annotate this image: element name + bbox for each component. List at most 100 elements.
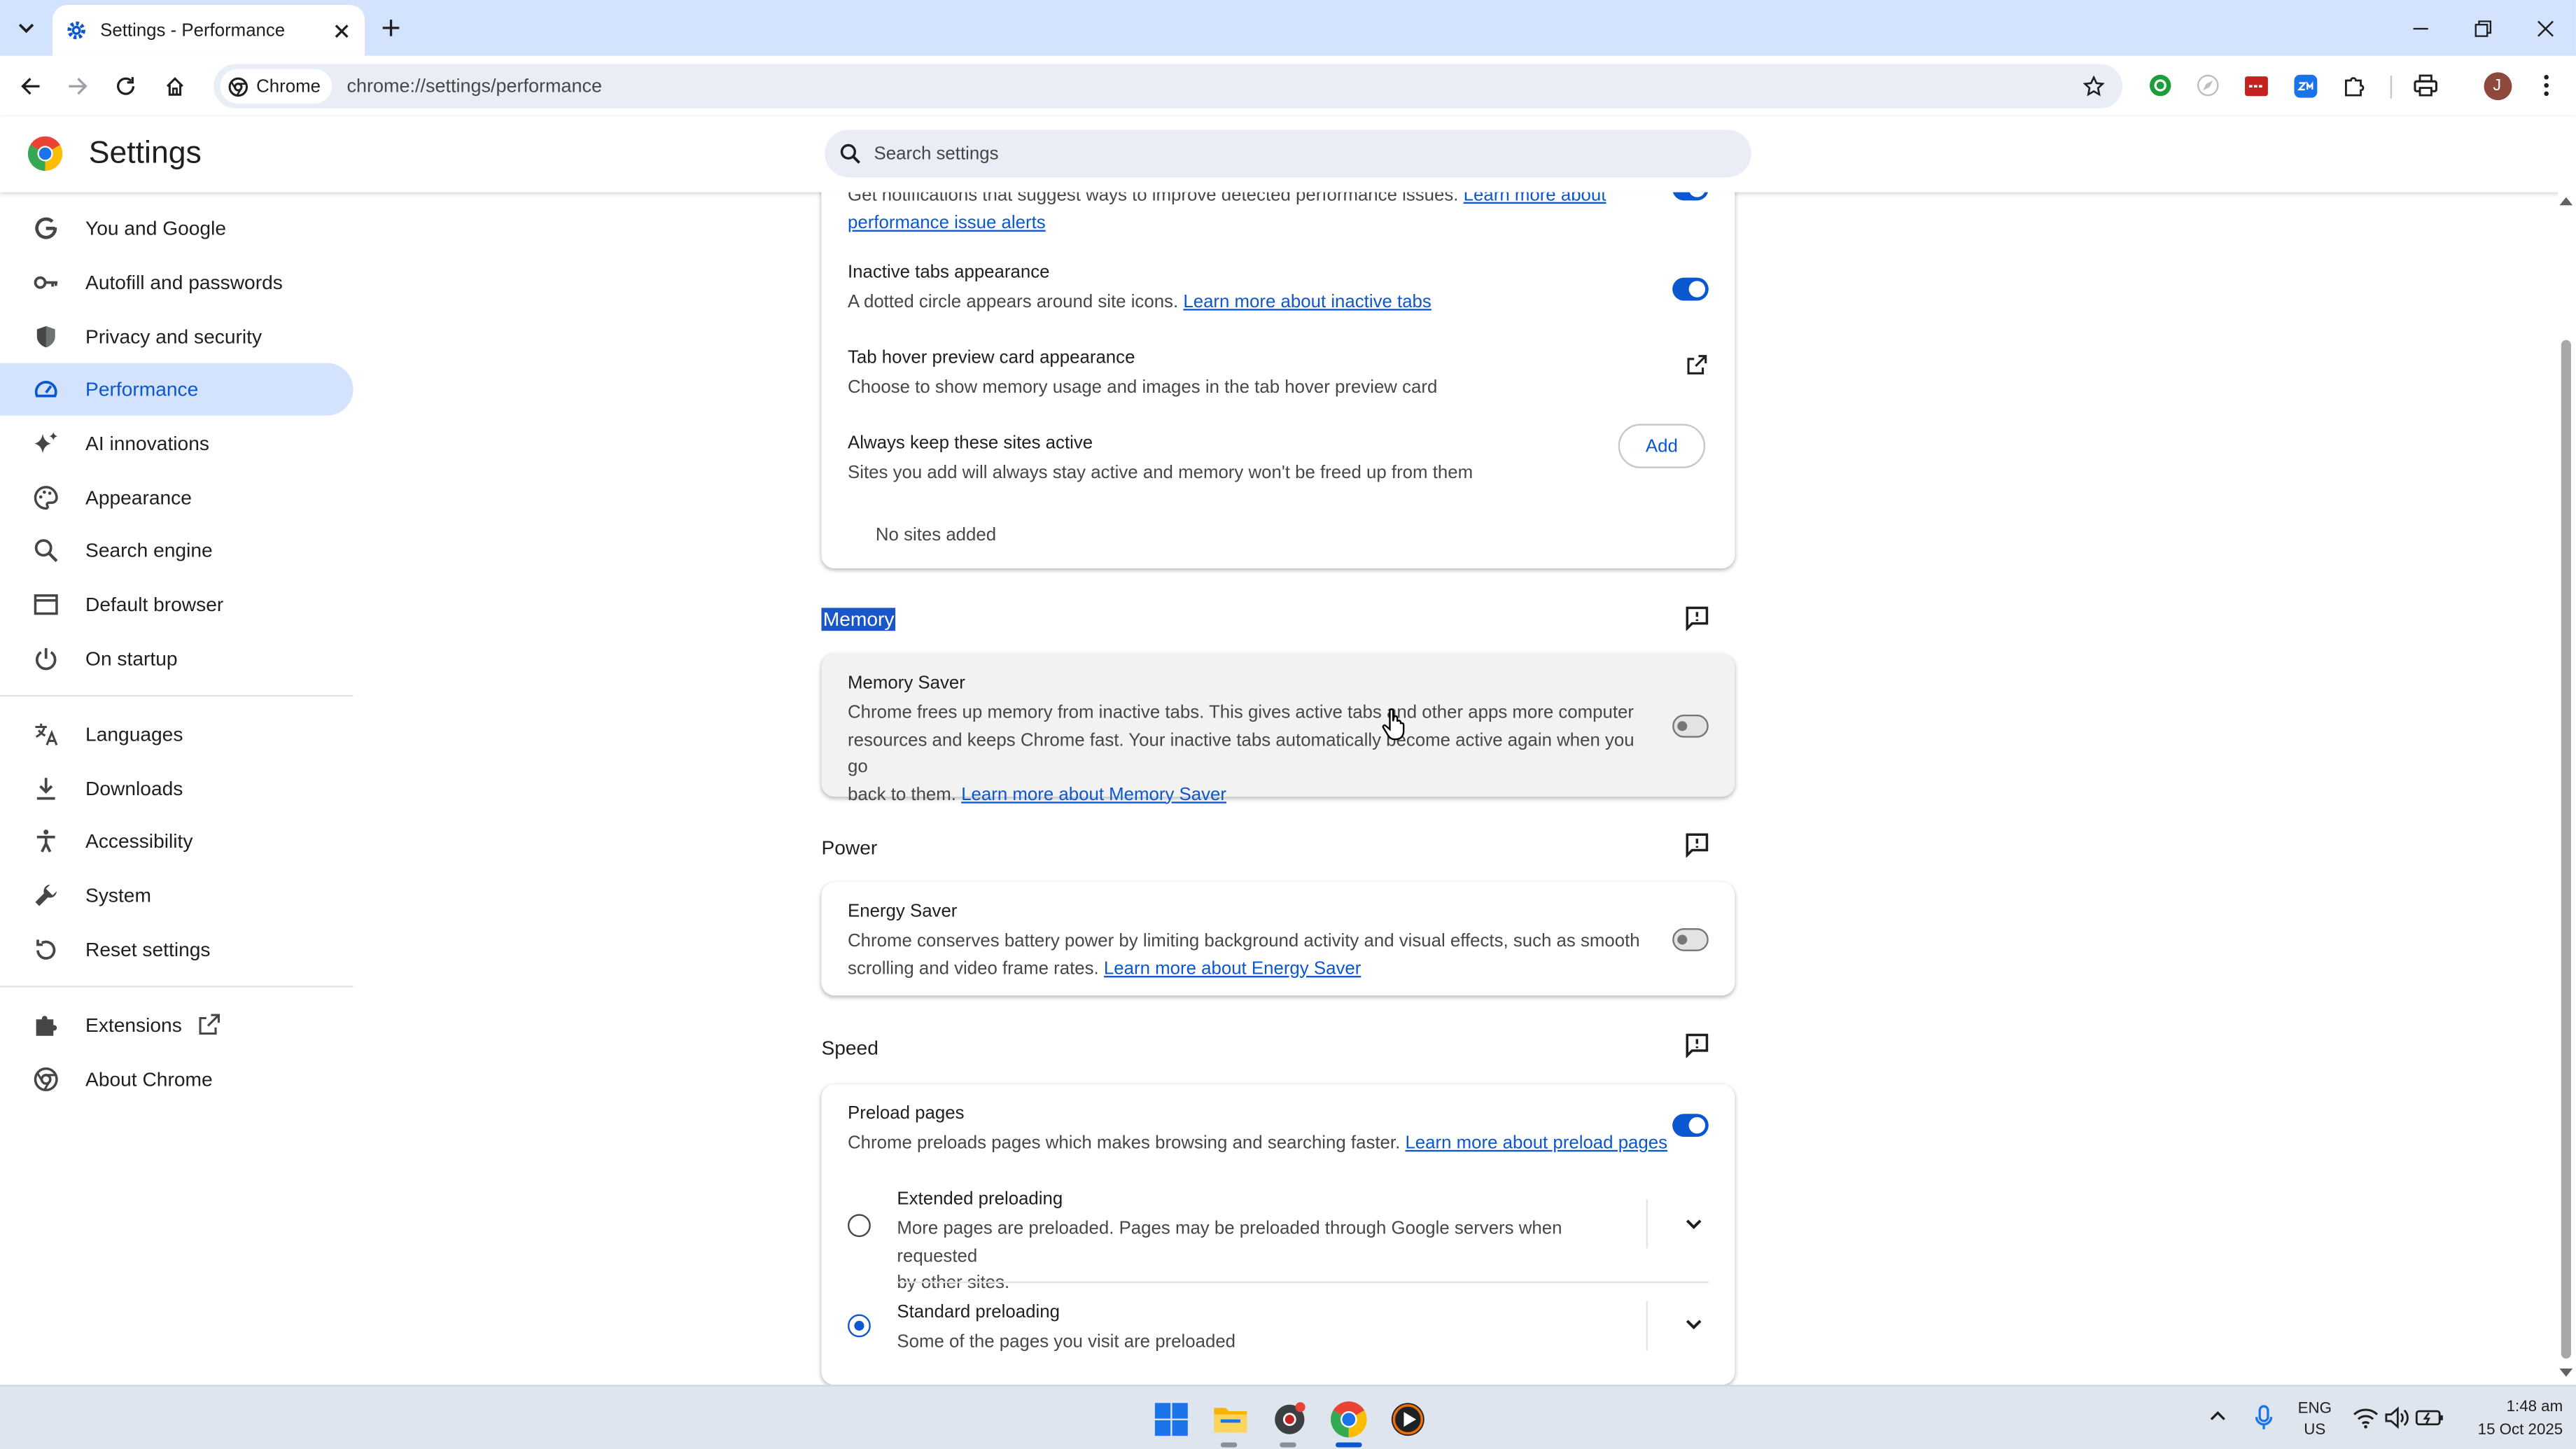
extensions-menu-button[interactable] <box>2338 69 2371 102</box>
back-arrow-icon <box>19 75 41 97</box>
scroll-down-arrow-icon[interactable] <box>2559 1368 2573 1378</box>
extension-compass-button[interactable] <box>2192 69 2225 102</box>
inactive-tabs-learn-more-link[interactable]: Learn more about inactive tabs <box>1183 293 1431 312</box>
microphone-icon[interactable] <box>2254 1405 2277 1432</box>
chevron-down-icon[interactable] <box>1684 1214 1704 1233</box>
volume-icon[interactable] <box>2384 1406 2410 1429</box>
site-info-chip[interactable]: Chrome <box>220 69 332 104</box>
media-player-icon[interactable] <box>1388 1400 1427 1439</box>
standard-preloading-description: Some of the pages you visit are preloade… <box>897 1332 1236 1352</box>
preload-pages-toggle[interactable] <box>1672 1114 1709 1138</box>
address-bar[interactable]: Chrome chrome://settings/performance <box>214 64 2123 108</box>
always-active-sites-description: Sites you add will always stay active an… <box>848 463 1474 483</box>
close-tab-icon[interactable] <box>333 22 349 38</box>
show-hidden-icons-chevron-icon[interactable] <box>2208 1406 2231 1429</box>
settings-header: Settings <box>0 116 2576 192</box>
settings-content: Get notifications that suggest ways to i… <box>0 192 2559 1385</box>
chrome-alt-app-icon[interactable] <box>1270 1400 1309 1439</box>
chevron-down-icon <box>16 18 36 38</box>
url-text: chrome://settings/performance <box>346 76 603 97</box>
bookmark-star-button[interactable] <box>2076 69 2109 102</box>
mouse-pointer-icon <box>1382 708 1405 741</box>
memory-desc-line-1: Chrome frees up memory from inactive tab… <box>848 703 1634 723</box>
extended-preloading-radio[interactable] <box>848 1214 871 1238</box>
site-chip-label: Chrome <box>256 76 321 97</box>
inactive-tabs-toggle[interactable] <box>1672 277 1709 301</box>
scrollbar-thumb[interactable] <box>2561 340 2571 1359</box>
running-indicator <box>1220 1442 1238 1448</box>
green-circle-extension-icon <box>2149 74 2172 97</box>
profile-button[interactable]: J <box>2481 69 2514 102</box>
clock-date[interactable]: 15 Oct 2025 <box>2454 1421 2563 1439</box>
vertical-scrollbar[interactable] <box>2558 192 2576 1385</box>
chevron-down-icon[interactable] <box>1684 1315 1704 1334</box>
toolbar: Chrome chrome://settings/performance J <box>0 55 2576 117</box>
alerts-description: Get notifications that suggest ways to i… <box>848 192 1620 237</box>
standard-preloading-title: Standard preloading <box>897 1303 1060 1323</box>
three-dots-vertical-icon <box>2543 74 2549 97</box>
tab-settings-performance[interactable]: Settings - Performance <box>52 5 365 56</box>
back-button[interactable] <box>13 69 46 102</box>
minimize-button[interactable] <box>2402 13 2438 43</box>
reload-button[interactable] <box>108 69 141 102</box>
standard-preloading-radio[interactable] <box>848 1314 871 1338</box>
preload-pages-card: Preload pages Chrome preloads pages whic… <box>821 1084 1735 1385</box>
browser-window: Settings - Performance Chrome chrome://s… <box>0 0 2576 1449</box>
external-link-icon[interactable] <box>1686 354 1709 377</box>
hover-preview-description: Choose to show memory usage and images i… <box>848 377 1438 398</box>
general-settings-card: Get notifications that suggest ways to i… <box>821 192 1735 569</box>
tab-search-button[interactable] <box>10 13 43 43</box>
inactive-tabs-description-text: A dotted circle appears around site icon… <box>848 292 1179 312</box>
memory-saver-title: Memory Saver <box>848 673 965 694</box>
avatar-initial: J <box>2493 76 2502 94</box>
feedback-icon[interactable] <box>1684 1032 1711 1058</box>
preload-pages-description-text: Chrome preloads pages which makes browsi… <box>848 1133 1401 1154</box>
wifi-icon[interactable] <box>2353 1406 2379 1429</box>
energy-saver-learn-more-link[interactable]: Learn more about Energy Saver <box>1104 958 1361 978</box>
forward-button[interactable] <box>61 69 94 102</box>
close-window-button[interactable] <box>2527 13 2563 43</box>
chrome-menu-button[interactable] <box>2530 69 2563 102</box>
new-tab-button[interactable] <box>374 13 407 43</box>
reload-icon <box>114 75 136 97</box>
memory-saver-description: Chrome frees up memory from inactive tab… <box>848 700 1653 808</box>
memory-saver-toggle[interactable] <box>1672 714 1709 738</box>
extension-blue-button[interactable] <box>2288 69 2321 102</box>
restore-button[interactable] <box>2464 13 2500 43</box>
battery-charging-icon[interactable] <box>2415 1406 2444 1429</box>
chrome-taskbar-icon[interactable] <box>1329 1400 1368 1439</box>
minimize-icon <box>2411 19 2429 37</box>
alerts-description-text: Get notifications that suggest ways to i… <box>848 192 1459 206</box>
clock-time[interactable]: 1:48 am <box>2454 1398 2563 1416</box>
always-active-sites-title: Always keep these sites active <box>848 433 1093 454</box>
file-explorer-icon[interactable] <box>1211 1400 1250 1439</box>
performance-alerts-toggle[interactable] <box>1672 192 1709 201</box>
add-site-button[interactable]: Add <box>1618 424 1706 468</box>
chrome-icon <box>228 76 248 96</box>
search-input[interactable] <box>870 142 1699 165</box>
compass-extension-icon <box>2197 74 2220 97</box>
home-button[interactable] <box>158 69 190 102</box>
extended-preloading-description: More pages are preloaded. Pages may be p… <box>897 1216 1636 1297</box>
alerts-learn-more-link-start[interactable]: Learn more about <box>1464 192 1606 206</box>
close-icon <box>2535 19 2554 37</box>
input-language-region[interactable]: US <box>2293 1421 2336 1439</box>
extension-red-button[interactable] <box>2239 69 2272 102</box>
scroll-up-arrow-icon[interactable] <box>2559 195 2573 206</box>
energy-saver-description: Chrome conserves battery power by limiti… <box>848 928 1653 982</box>
speed-section-title: Speed <box>821 1036 878 1060</box>
extension-green-button[interactable] <box>2144 69 2177 102</box>
alerts-learn-more-link-end[interactable]: performance issue alerts <box>848 213 1046 232</box>
memory-saver-learn-more-link[interactable]: Learn more about Memory Saver <box>961 785 1226 804</box>
search-settings-box[interactable] <box>825 130 1751 178</box>
feedback-icon[interactable] <box>1684 605 1711 631</box>
avatar: J <box>2483 71 2512 99</box>
energy-saver-toggle[interactable] <box>1672 927 1709 951</box>
running-indicator <box>1280 1442 1296 1448</box>
preload-learn-more-link[interactable]: Learn more about preload pages <box>1405 1133 1667 1153</box>
print-button[interactable] <box>2409 69 2442 102</box>
windows-start-icon[interactable] <box>1152 1400 1191 1439</box>
feedback-icon[interactable] <box>1684 832 1711 858</box>
no-sites-added-text: No sites added <box>875 526 997 546</box>
input-language-primary[interactable]: ENG <box>2293 1400 2336 1418</box>
